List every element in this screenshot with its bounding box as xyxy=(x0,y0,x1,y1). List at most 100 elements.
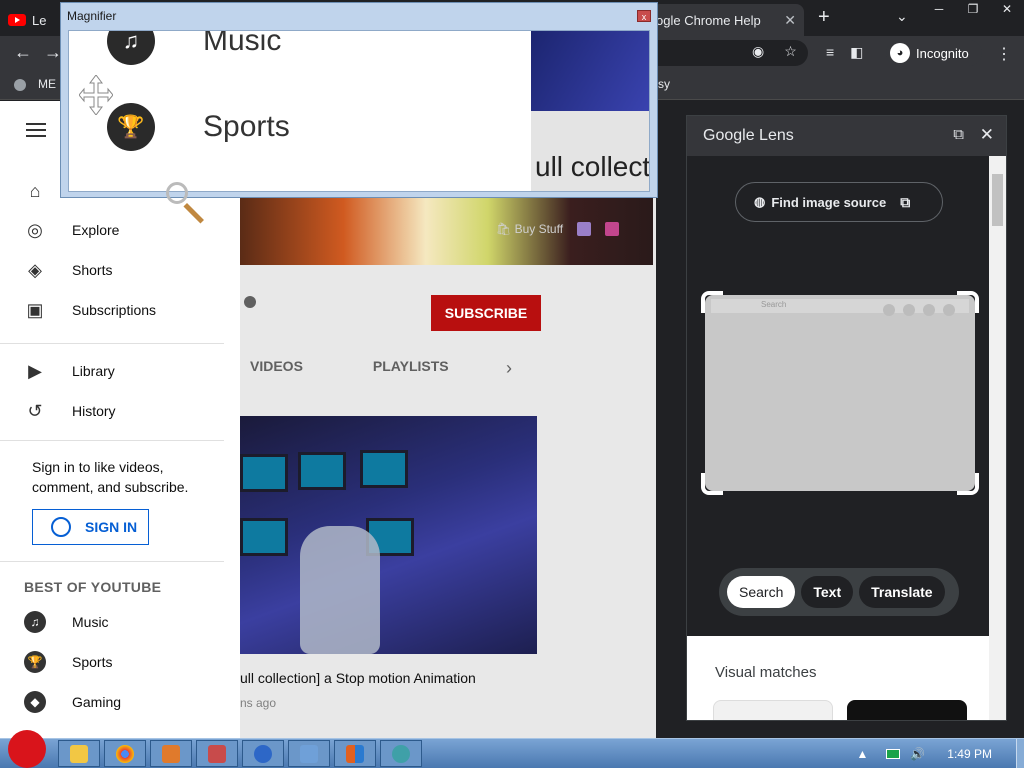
tray-expand-icon[interactable]: ▲ xyxy=(856,747,868,761)
chrome-menu-icon[interactable]: ⋮ xyxy=(996,44,1012,64)
taskbar-folder[interactable] xyxy=(58,740,100,767)
back-arrow-icon[interactable]: ← xyxy=(14,42,32,63)
network-icon xyxy=(300,744,318,763)
lens-scrollbar-thumb[interactable] xyxy=(992,174,1003,226)
channel-tabs: VIDEOS PLAYLISTS xyxy=(240,358,509,374)
clock[interactable]: 1:49 PM xyxy=(947,747,992,761)
close-window-icon[interactable]: ✕ xyxy=(990,0,1024,18)
subscribe-button[interactable]: SUBSCRIBE xyxy=(431,295,541,331)
eye-off-icon[interactable]: ◉ xyxy=(752,43,764,60)
sidebar-item-sports[interactable]: 🏆 Sports xyxy=(0,642,240,682)
visual-match-thumbnail[interactable] xyxy=(847,700,967,720)
crop-handle-bottom-left[interactable] xyxy=(701,473,723,495)
video-meta: ns ago xyxy=(240,696,277,710)
taskbar-globe[interactable] xyxy=(380,740,422,767)
lens-scrollbar[interactable] xyxy=(989,156,1006,720)
magnified-item-sports: 🏆 Sports xyxy=(107,103,290,151)
sidebar-item-shorts[interactable]: ◈ Shorts xyxy=(0,250,240,290)
minimize-icon[interactable]: ─ xyxy=(922,0,956,18)
crop-handle-top-left[interactable] xyxy=(701,291,723,313)
magnified-label: Music xyxy=(203,30,282,57)
subscriptions-icon: ▣ xyxy=(26,299,44,320)
visual-match-thumbnail[interactable] xyxy=(713,700,833,720)
windows-taskbar: ▲ 🔊 1:49 PM xyxy=(0,738,1024,768)
open-in-new-tab-icon[interactable]: ⧉ xyxy=(953,126,964,143)
divider xyxy=(0,343,224,344)
tab-label: Le xyxy=(32,12,47,28)
taskbar-media[interactable] xyxy=(196,740,238,767)
video-title[interactable]: ull collection] a Stop motion Animation xyxy=(240,670,476,686)
sidebar-item-explore[interactable]: ◎ Explore xyxy=(0,210,240,250)
sidebar-item-label: Shorts xyxy=(72,262,113,278)
taskbar-chrome[interactable] xyxy=(104,740,146,767)
home-icon: ⌂ xyxy=(29,180,41,201)
paint-icon xyxy=(162,744,180,763)
taskbar-paint[interactable] xyxy=(150,740,192,767)
music-icon: ♫ xyxy=(24,611,46,633)
image-crop-area[interactable]: Search xyxy=(701,291,979,495)
taskbar-office[interactable] xyxy=(334,740,376,767)
visual-matches-section: Visual matches xyxy=(687,636,991,720)
buy-stuff-link[interactable]: 🛍 Buy Stuff xyxy=(496,222,563,236)
trophy-icon: 🏆 xyxy=(107,103,155,151)
incognito-badge[interactable]: ◕ Incognito xyxy=(886,40,982,66)
tab-videos[interactable]: VIDEOS xyxy=(240,358,303,374)
compass-icon: ◎ xyxy=(27,219,43,240)
crop-handle-bottom-right[interactable] xyxy=(957,473,979,495)
hamburger-menu-icon[interactable] xyxy=(26,123,46,137)
crop-handle-top-right[interactable] xyxy=(957,291,979,313)
mode-text-button[interactable]: Text xyxy=(801,576,854,608)
close-tab-icon[interactable]: ✕ xyxy=(784,12,796,29)
chrome-icon xyxy=(116,744,134,763)
bookmark-right[interactable]: sy xyxy=(658,77,670,91)
new-tab-button[interactable]: + xyxy=(818,6,830,29)
crop-preview-dots xyxy=(883,304,955,316)
best-of-youtube-heading: BEST OF YOUTUBE xyxy=(24,579,162,595)
trophy-icon: 🏆 xyxy=(24,651,46,673)
battery-icon[interactable] xyxy=(886,749,901,759)
sidebar-item-label: Gaming xyxy=(72,694,122,710)
start-button[interactable] xyxy=(8,730,46,768)
tab-playlists[interactable]: PLAYLISTS xyxy=(363,358,449,374)
volume-icon[interactable]: 🔊 xyxy=(910,747,925,761)
chevron-right-icon[interactable]: › xyxy=(506,358,512,379)
folder-icon xyxy=(70,744,88,763)
lens-mode-selector: Search Text Translate xyxy=(719,568,959,616)
mode-translate-button[interactable]: Translate xyxy=(859,576,945,608)
system-tray: ▲ 🔊 1:49 PM xyxy=(856,739,1024,768)
tab-search-icon[interactable]: ⌄ xyxy=(896,8,908,25)
star-icon[interactable]: ☆ xyxy=(784,43,797,60)
media-icon xyxy=(208,744,226,763)
sidebar-item-gaming[interactable]: ◆ Gaming xyxy=(0,682,240,722)
sidebar-item-subscriptions[interactable]: ▣ Subscriptions xyxy=(0,290,240,330)
instagram-icon[interactable] xyxy=(605,222,620,236)
shorts-icon: ◈ xyxy=(28,259,42,280)
tab-chrome-help[interactable]: ogle Chrome Help ✕ xyxy=(652,4,804,36)
restore-icon[interactable]: ❐ xyxy=(956,0,990,18)
reading-list-icon[interactable]: ≡ xyxy=(826,44,834,61)
sidebar-item-library[interactable]: ▶ Library xyxy=(0,351,240,391)
show-desktop-button[interactable] xyxy=(1016,739,1024,768)
user-circle-icon xyxy=(51,517,71,537)
tab-youtube[interactable]: Le xyxy=(8,4,68,36)
mode-search-button[interactable]: Search xyxy=(727,576,796,608)
taskbar-help[interactable] xyxy=(242,740,284,767)
banner-links: 🛍 Buy Stuff xyxy=(496,222,620,236)
sidebar-item-label: History xyxy=(72,403,116,419)
window-controls: ─ ❐ ✕ xyxy=(922,0,1024,18)
magnifier-cursor-icon xyxy=(166,182,188,204)
magnified-thumbnail-region: ull collect xyxy=(531,31,649,191)
gaming-icon: ◆ xyxy=(24,691,46,713)
video-thumbnail[interactable] xyxy=(240,416,537,654)
twitch-icon[interactable] xyxy=(577,222,592,236)
sidebar-item-music[interactable]: ♫ Music xyxy=(0,602,240,642)
visual-matches-heading: Visual matches xyxy=(715,664,817,681)
side-panel-icon[interactable]: ◧ xyxy=(850,44,863,61)
taskbar-network[interactable] xyxy=(288,740,330,767)
sign-in-button[interactable]: SIGN IN xyxy=(32,509,149,545)
magnifier-close-button[interactable]: x xyxy=(637,10,651,22)
close-lens-icon[interactable]: ✕ xyxy=(980,125,994,145)
sidebar-item-history[interactable]: ↺ History xyxy=(0,391,240,431)
bookmark-left[interactable]: ME xyxy=(14,77,56,91)
find-image-source-button[interactable]: ◍ Find image source ⧉ xyxy=(735,182,943,222)
